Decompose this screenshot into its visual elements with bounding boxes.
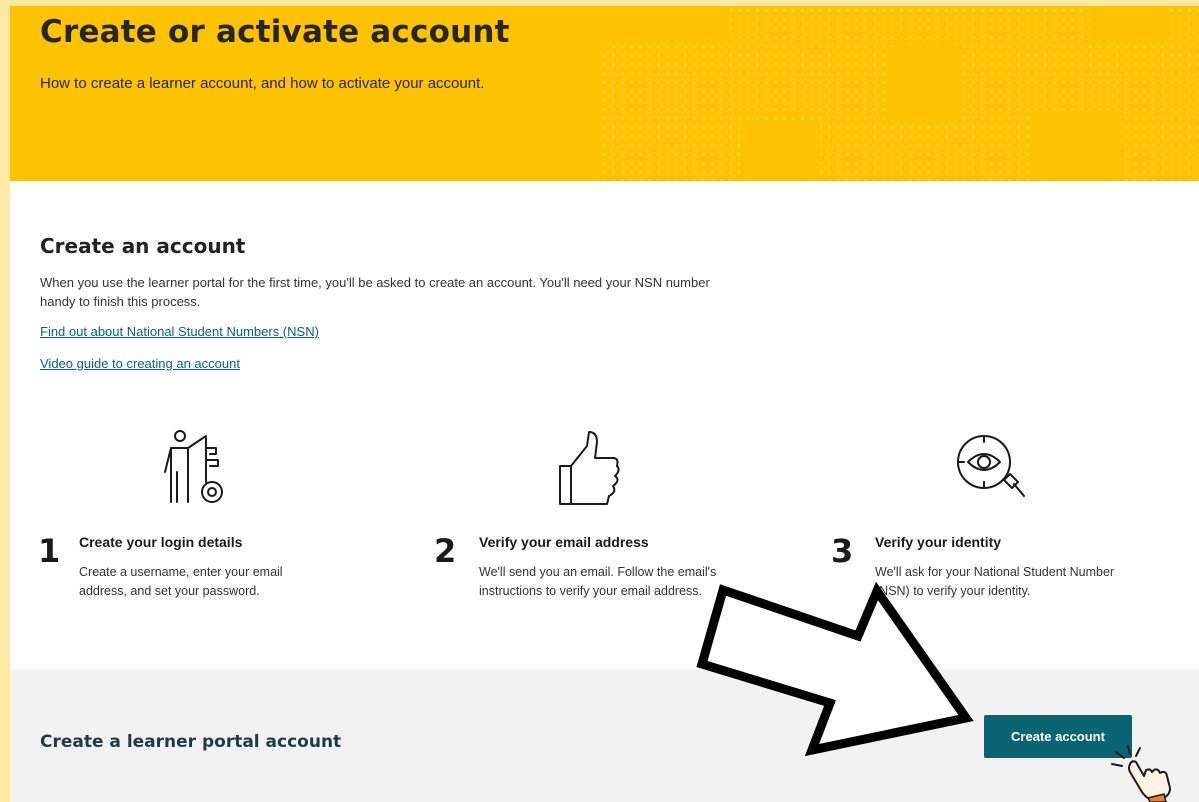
arrow-icon [696,581,974,757]
pointing-hand-icon [1111,745,1171,802]
